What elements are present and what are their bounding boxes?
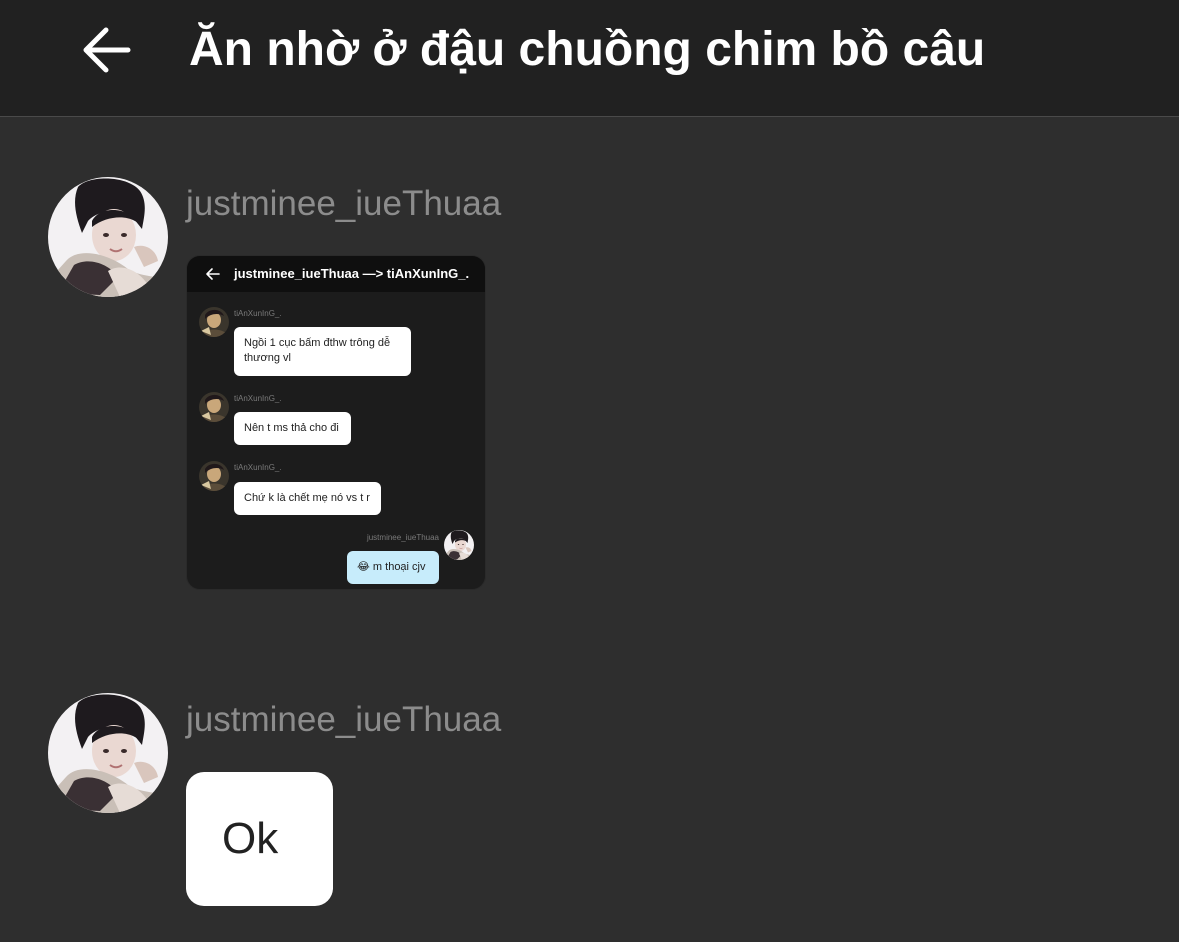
sender-name: justminee_iueThuaa <box>186 700 502 739</box>
screenshot-sender-name: tiAnXunInG_. <box>234 394 282 403</box>
shared-screenshot-image[interactable]: justminee_iueThuaa —> tiAnXunInG_. tiAnX… <box>186 255 486 590</box>
laughing-emoji-icon: 😂 <box>357 561 370 573</box>
chat-header: Ăn nhờ ở đậu chuồng chim bồ câu <box>0 0 1179 117</box>
sender-avatar[interactable] <box>48 693 168 813</box>
screenshot-sender-name: tiAnXunInG_. <box>234 463 282 472</box>
screenshot-sender-name: justminee_iueThuaa <box>366 533 439 542</box>
screenshot-title: justminee_iueThuaa —> tiAnXunInG_. <box>234 266 470 281</box>
message-text: Ok <box>222 814 279 863</box>
screenshot-own-message: 😂 m thoại cjv <box>347 551 439 584</box>
screenshot-avatar <box>199 461 229 491</box>
screenshot-avatar <box>444 530 474 560</box>
chat-title: Ăn nhờ ở đậu chuồng chim bồ câu <box>189 23 986 76</box>
sender-avatar[interactable] <box>48 177 168 297</box>
arrow-left-icon <box>83 27 131 73</box>
screenshot-header: justminee_iueThuaa —> tiAnXunInG_. <box>187 256 485 292</box>
screenshot-message: Chứ k là chết mẹ nó vs t r <box>234 482 381 515</box>
back-button[interactable] <box>78 22 138 78</box>
screenshot-avatar <box>199 392 229 422</box>
screenshot-sender-name: tiAnXunInG_. <box>234 309 282 318</box>
screenshot-message: Nên t ms thả cho đi <box>234 412 351 445</box>
sender-name: justminee_iueThuaa <box>186 184 502 223</box>
arrow-left-icon <box>206 268 220 280</box>
screenshot-own-message-text: m thoại cjv <box>372 561 426 573</box>
screenshot-message: Ngồi 1 cục bấm đthw trông dễ thương vl <box>234 327 411 376</box>
screenshot-avatar <box>199 307 229 337</box>
message-bubble[interactable]: Ok <box>186 772 333 906</box>
